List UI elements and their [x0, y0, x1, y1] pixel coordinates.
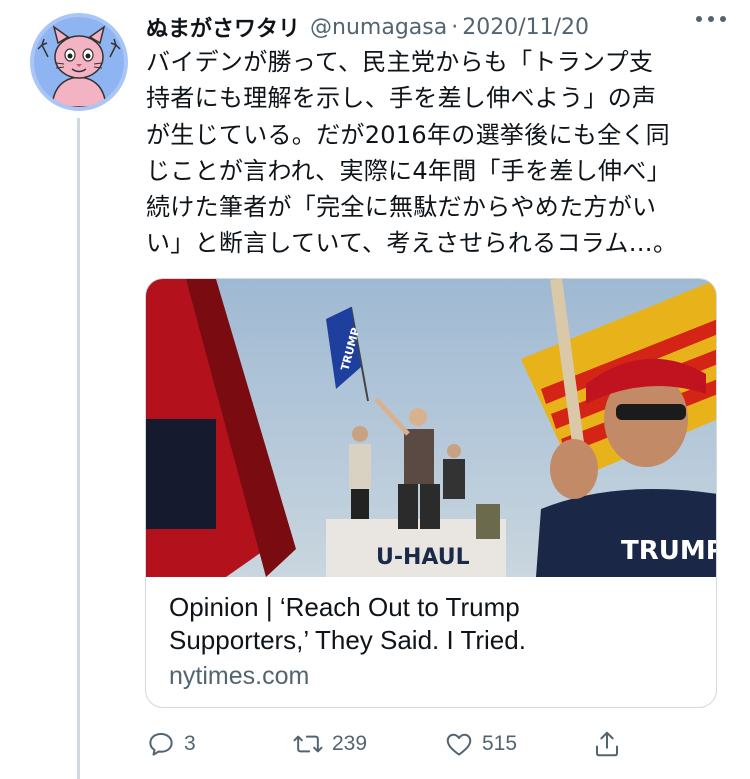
card-title-line: Opinion | ‘Reach Out to Trump: [169, 592, 520, 622]
tweet-text: バイデンが勝って、民主党からも「トランプ支 持者にも理解を示し、手を差し伸べよう…: [146, 44, 721, 262]
card-title[interactable]: Opinion | ‘Reach Out to Trump Supporters…: [169, 591, 699, 657]
reply-button[interactable]: 3: [146, 726, 196, 762]
header-separator: ·: [451, 14, 459, 40]
tweet-text-line: じことが言われ、実際に4年間「手を差し伸べ」: [146, 156, 671, 185]
heart-icon: [446, 733, 472, 756]
tweet-date[interactable]: 2020/11/20: [462, 15, 589, 40]
more-options-icon[interactable]: [696, 16, 726, 22]
shirt-text: TRUMP: [621, 536, 717, 566]
tweet-text-line: バイデンが勝って、民主党からも「トランプ支: [146, 48, 654, 76]
like-button[interactable]: 515: [444, 726, 517, 762]
thread-connector-line: [77, 118, 80, 779]
cat-mascot-icon: [37, 25, 121, 107]
retweet-icon: [293, 735, 323, 753]
avatar[interactable]: [30, 13, 128, 111]
tweet-text-line: い」と断言していて、考えさせられるコラム…。: [146, 229, 678, 258]
reply-icon: [149, 733, 173, 756]
link-preview-card[interactable]: U-HAUL TRUMP TRUMP Opinion | ‘Reach Out …: [145, 278, 717, 708]
retweet-button[interactable]: 239: [292, 726, 367, 762]
like-count: 515: [482, 732, 518, 755]
tweet-actions: 3 239 515: [146, 726, 626, 762]
tweet-text-line: 持者にも理解を示し、手を差し伸べよう」の声: [146, 84, 657, 113]
share-button[interactable]: [592, 726, 622, 762]
truck-text: U-HAUL: [376, 545, 470, 570]
card-title-line: Supporters,’ They Said. I Tried.: [169, 625, 526, 655]
card-body[interactable]: Opinion | ‘Reach Out to Trump Supporters…: [169, 591, 699, 693]
tweet-text-line: が生じている。だが2016年の選挙後にも全く同: [146, 120, 670, 149]
card-domain[interactable]: nytimes.com: [169, 660, 699, 693]
tweet-text-line: 続けた筆者が「完全に無駄だからやめた方がい: [146, 193, 657, 222]
share-icon: [596, 731, 618, 757]
article-photo[interactable]: U-HAUL TRUMP TRUMP: [146, 279, 717, 577]
user-handle[interactable]: @numagasa: [310, 15, 447, 40]
retweet-count: 239: [332, 732, 368, 755]
reply-count: 3: [184, 732, 196, 755]
tweet-header: ぬまがさワタリ @numagasa · 2020/11/20: [146, 10, 726, 44]
display-name[interactable]: ぬまがさワタリ: [146, 11, 300, 43]
